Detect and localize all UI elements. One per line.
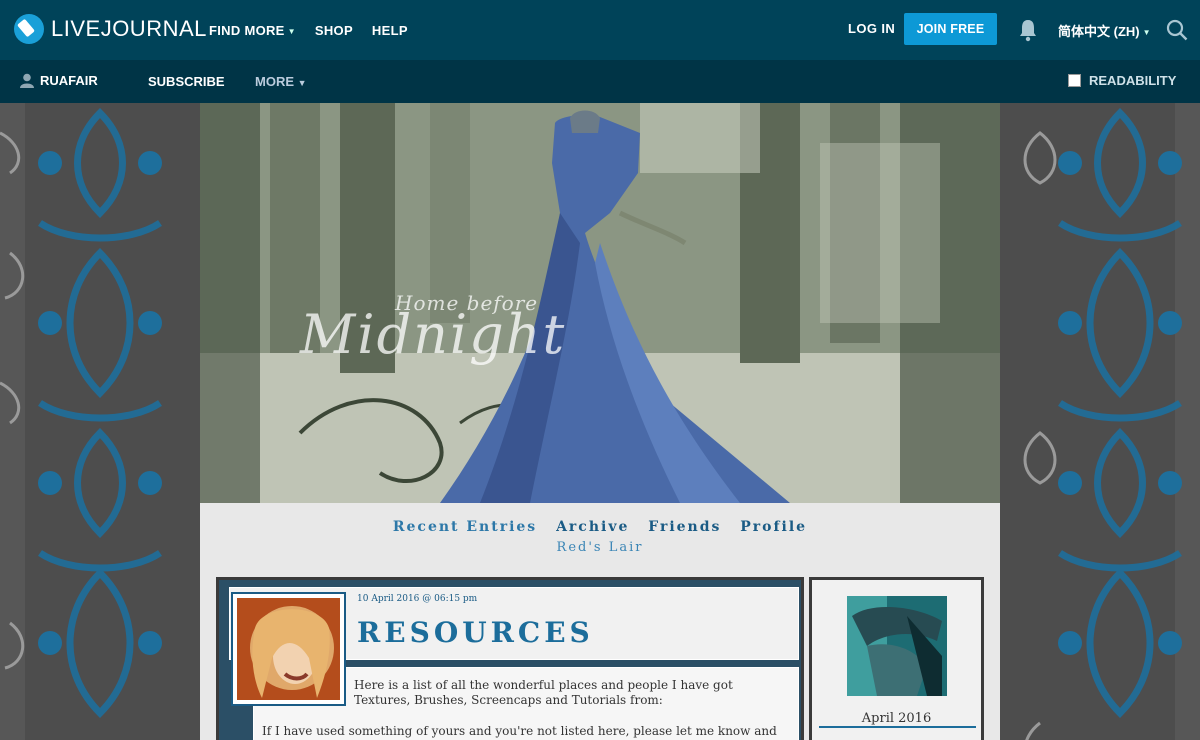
nav-archive[interactable]: Archive bbox=[556, 519, 629, 535]
entry-date[interactable]: 10 April 2016 @ 06:15 pm bbox=[357, 594, 477, 604]
journal-entry: 10 April 2016 @ 06:15 pm RESOURCES Here … bbox=[216, 577, 804, 740]
journal-owner[interactable]: RUAFAIR bbox=[20, 73, 98, 88]
menu-find-more[interactable]: FIND MORE ▼ bbox=[209, 23, 296, 38]
banner-title-large: Midnight bbox=[300, 303, 567, 366]
journal-content: Home before Midnight Recent Entries Arch… bbox=[200, 103, 1000, 740]
chevron-down-icon: ▼ bbox=[287, 26, 296, 36]
journal-navigation: Recent Entries Archive Friends Profile bbox=[200, 519, 1000, 535]
entry-body-paragraph: Here is a list of all the wonderful plac… bbox=[354, 678, 733, 707]
background-pattern-left bbox=[0, 103, 200, 740]
logo-text: LIVEJOURNAL bbox=[51, 16, 207, 41]
readability-checkbox[interactable] bbox=[1068, 74, 1081, 87]
search-icon[interactable] bbox=[1166, 19, 1188, 41]
journal-subtitle: Red's Lair bbox=[556, 540, 644, 555]
user-icon bbox=[20, 73, 34, 88]
livejournal-logo[interactable]: LIVEJOURNAL bbox=[14, 14, 207, 44]
language-label: 简体中文 (ZH) bbox=[1058, 24, 1140, 39]
username-label: RUAFAIR bbox=[40, 73, 98, 88]
nav-recent-entries[interactable]: Recent Entries bbox=[393, 519, 537, 535]
sidebar-box: April 2016 bbox=[809, 577, 984, 740]
chevron-down-icon: ▼ bbox=[1142, 28, 1151, 37]
more-menu[interactable]: MORE ▼ bbox=[255, 74, 307, 89]
top-navigation-bar: LIVEJOURNAL FIND MORE ▼ SHOP HELP LOG IN … bbox=[0, 0, 1200, 60]
nav-profile[interactable]: Profile bbox=[740, 519, 807, 535]
language-selector[interactable]: 简体中文 (ZH) ▼ bbox=[1058, 21, 1151, 40]
chevron-down-icon: ▼ bbox=[297, 78, 307, 88]
nav-friends[interactable]: Friends bbox=[648, 519, 721, 535]
readability-toggle[interactable]: READABILITY bbox=[1068, 73, 1176, 88]
readability-label: READABILITY bbox=[1089, 73, 1177, 88]
entry-body-paragraph: If I have used something of yours and yo… bbox=[262, 724, 777, 740]
more-label: MORE bbox=[255, 74, 294, 89]
entry-title[interactable]: RESOURCES bbox=[357, 616, 594, 649]
sidebar-image bbox=[847, 596, 947, 696]
journal-toolbar: RUAFAIR SUBSCRIBE MORE ▼ READABILITY bbox=[0, 60, 1200, 103]
join-free-button[interactable]: JOIN FREE bbox=[904, 13, 997, 45]
background-pattern-right bbox=[1000, 103, 1200, 740]
menu-help[interactable]: HELP bbox=[372, 23, 408, 38]
menu-find-more-label: FIND MORE bbox=[209, 22, 285, 38]
entry-userpic[interactable] bbox=[231, 592, 346, 706]
main-menu: FIND MORE ▼ SHOP HELP bbox=[209, 0, 427, 60]
login-link[interactable]: LOG IN bbox=[848, 21, 895, 36]
livejournal-logo-icon bbox=[14, 14, 44, 44]
calendar-divider bbox=[819, 726, 976, 728]
menu-shop[interactable]: SHOP bbox=[315, 23, 353, 38]
bell-icon[interactable] bbox=[1018, 18, 1038, 42]
calendar-month[interactable]: April 2016 bbox=[812, 711, 981, 726]
userpic-image bbox=[237, 598, 340, 700]
subscribe-button[interactable]: SUBSCRIBE bbox=[148, 74, 225, 89]
journal-header-banner: Home before Midnight bbox=[200, 103, 1000, 503]
